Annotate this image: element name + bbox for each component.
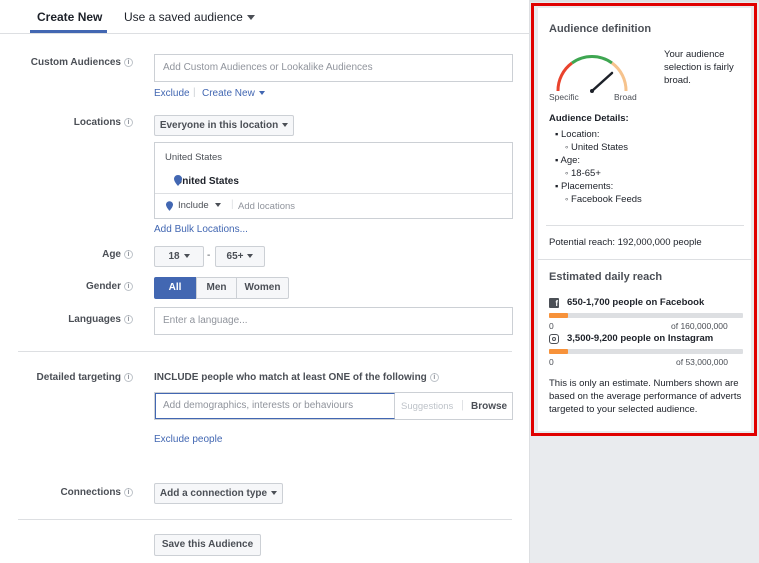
browse-button[interactable]: Browse <box>471 401 507 412</box>
gender-label-text: Gender <box>85 281 121 292</box>
info-icon[interactable]: i <box>124 488 133 497</box>
selected-location[interactable]: United States <box>175 176 239 187</box>
highlight-box <box>531 3 757 436</box>
exclude-people-link[interactable]: Exclude people <box>154 434 222 445</box>
info-icon[interactable]: i <box>124 373 133 382</box>
location-scope-dropdown[interactable]: Everyone in this location <box>154 115 294 136</box>
tab-create-new[interactable]: Create New <box>37 10 102 24</box>
age-min-dropdown[interactable]: 18 <box>154 246 204 267</box>
custom-audiences-label-text: Custom Audiences <box>30 57 121 68</box>
chevron-down-icon <box>282 123 289 128</box>
age-min-value: 18 <box>168 251 180 262</box>
chevron-down-icon <box>246 15 255 21</box>
create-new-label: Create New <box>202 88 255 99</box>
location-scope-label: Everyone in this location <box>159 120 279 131</box>
chevron-down-icon <box>258 91 265 96</box>
link-divider: | <box>193 87 196 98</box>
add-bulk-locations-link[interactable]: Add Bulk Locations... <box>154 224 248 235</box>
chevron-down-icon <box>247 254 254 259</box>
age-max-dropdown[interactable]: 65+ <box>215 246 265 267</box>
add-locations-input[interactable]: Add locations <box>238 201 295 212</box>
detailed-targeting-box: Add demographics, interests or behaviour… <box>154 392 513 420</box>
exclude-link[interactable]: Exclude <box>154 88 190 99</box>
custom-audiences-input[interactable]: Add Custom Audiences or Lookalike Audien… <box>154 54 513 82</box>
include-criteria-label: INCLUDE people who match at least ONE of… <box>154 372 427 383</box>
audience-tabs: Create New Use a saved audience <box>0 2 530 34</box>
locations-divider <box>155 193 512 194</box>
chevron-down-icon <box>214 203 221 208</box>
gender-label: Gender i <box>20 281 133 292</box>
languages-label-text: Languages <box>68 314 121 325</box>
tab-saved-audience[interactable]: Use a saved audience <box>124 10 255 24</box>
add-connection-type-label: Add a connection type <box>159 488 268 499</box>
custom-audiences-label: Custom Audiences i <box>20 57 133 68</box>
info-icon[interactable]: i <box>429 373 439 382</box>
save-audience-button[interactable]: Save this Audience <box>154 534 261 556</box>
locations-label: Locations i <box>20 117 133 128</box>
info-icon[interactable]: i <box>124 58 133 67</box>
connections-label-text: Connections <box>60 487 121 498</box>
chevron-down-icon <box>183 254 190 259</box>
detailed-targeting-label: Detailed targeting i <box>20 372 133 383</box>
suggestions-button[interactable]: Suggestions <box>401 401 453 412</box>
location-pin-icon <box>166 201 173 211</box>
locations-label-text: Locations <box>73 117 121 128</box>
age-max-value: 65+ <box>226 251 244 262</box>
include-label: Include <box>178 200 209 211</box>
create-new-dropdown[interactable]: Create New <box>202 88 265 99</box>
section-divider <box>18 519 512 520</box>
age-dash: - <box>207 250 211 261</box>
languages-input[interactable]: Enter a language... <box>154 307 513 335</box>
browse-divider: | <box>461 399 464 411</box>
gender-all-button[interactable]: All <box>154 277 196 299</box>
audience-form-panel: Create New Use a saved audience Custom A… <box>0 0 530 563</box>
location-pin-icon <box>174 175 182 186</box>
section-divider <box>18 351 512 352</box>
include-divider: | <box>231 199 234 210</box>
tab-saved-label: Use a saved audience <box>124 10 243 24</box>
info-icon[interactable]: i <box>124 118 133 127</box>
age-label-text: Age <box>102 249 121 260</box>
gender-men-button[interactable]: Men <box>196 277 237 299</box>
include-criteria-text: INCLUDE people who match at least ONE of… <box>154 372 439 383</box>
detailed-targeting-input[interactable]: Add demographics, interests or behaviour… <box>155 393 395 419</box>
age-label: Age i <box>20 249 133 260</box>
info-icon[interactable]: i <box>124 315 133 324</box>
active-tab-underline <box>30 30 107 33</box>
add-connection-type-dropdown[interactable]: Add a connection type <box>154 483 283 504</box>
chevron-down-icon <box>271 491 278 496</box>
detailed-targeting-label-text: Detailed targeting <box>36 372 121 383</box>
info-icon[interactable]: i <box>124 282 133 291</box>
include-dropdown[interactable]: Include <box>178 200 221 211</box>
connections-label: Connections i <box>20 487 133 498</box>
gender-women-button[interactable]: Women <box>236 277 289 299</box>
languages-label: Languages i <box>20 314 133 325</box>
location-country-header: United States <box>165 152 223 163</box>
locations-box: United States United States Include | Ad… <box>154 142 513 219</box>
info-icon[interactable]: i <box>124 250 133 259</box>
